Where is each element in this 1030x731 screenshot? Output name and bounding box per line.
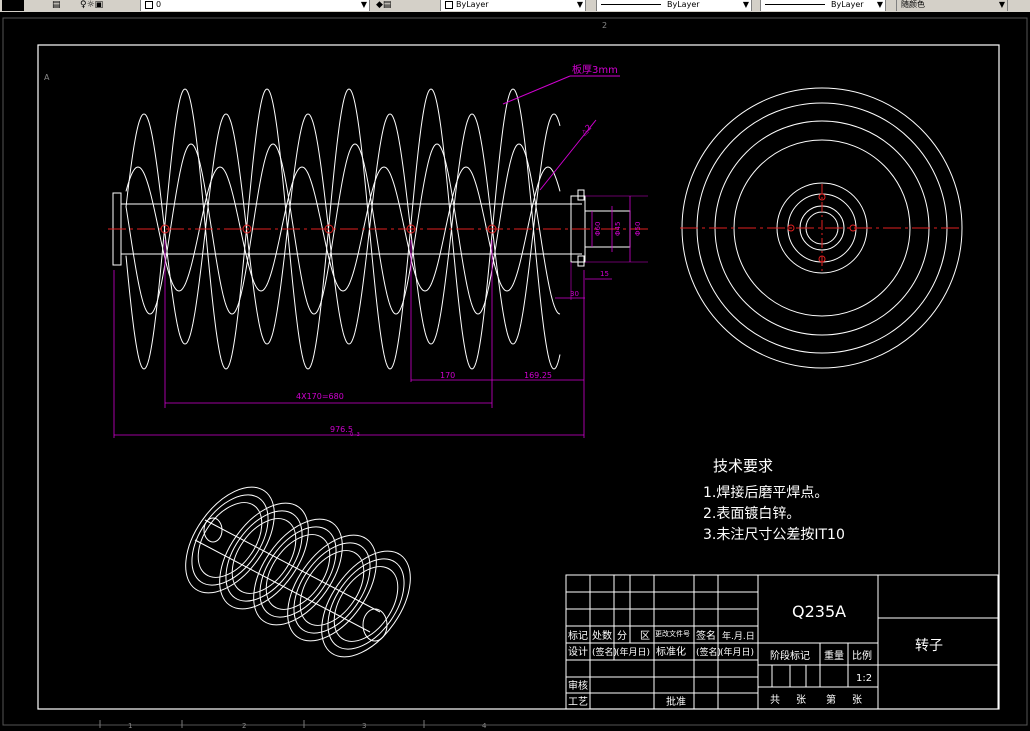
zone-label-left: A bbox=[44, 73, 50, 82]
dim-len-15: 15 bbox=[600, 270, 609, 278]
layer-state-icons: ♀☼▣ bbox=[80, 0, 104, 10]
iso-flight-ring bbox=[293, 542, 371, 634]
linetype-combo[interactable]: ByLayer ▼ bbox=[596, 0, 752, 11]
tb-label-date: 年.月.日 bbox=[722, 630, 755, 642]
iso-flight-ring bbox=[287, 534, 377, 642]
tb-label-count: 处数 bbox=[592, 629, 612, 642]
chevron-down-icon: ▼ bbox=[876, 0, 883, 9]
toolbar: ▤ ♀☼▣ 0 ▼ ◆▤ ByLayer ▼ ByLayer ▼ ByLayer… bbox=[0, 0, 1030, 12]
zone-label-bottom-1: 1 bbox=[128, 722, 132, 730]
chevron-down-icon: ▼ bbox=[742, 0, 749, 9]
zone-label-bottom-4: 4 bbox=[482, 722, 487, 730]
tb-std-sign: (签名) bbox=[696, 646, 721, 658]
chevron-down-icon: ▼ bbox=[576, 0, 583, 9]
auger-isometric-view[interactable] bbox=[168, 471, 429, 672]
technical-notes: 技术要求 1.焊接后磨平焊点。 2.表面镀白锌。 3.未注尺寸公差按IT10 bbox=[703, 457, 845, 543]
sheet-border bbox=[2, 17, 1028, 726]
iso-flight-ring bbox=[197, 502, 263, 578]
tb-design-date: (年月日) bbox=[616, 646, 650, 658]
note-item: 2.表面镀白锌。 bbox=[703, 505, 800, 522]
dim-shaft-dia-c: Φ50 bbox=[634, 222, 642, 236]
dim-end-length: 169.25 bbox=[524, 371, 552, 380]
tb-label-zone-b: 区 bbox=[640, 630, 650, 642]
iso-flight-ring bbox=[253, 518, 343, 626]
tb-review: 审核 bbox=[568, 679, 588, 692]
tb-sheet-no: 第 bbox=[826, 693, 836, 706]
make-current-layer-icon[interactable]: ◆▤ bbox=[376, 0, 391, 11]
zone-label-bottom-2: 2 bbox=[242, 722, 246, 730]
tb-std-date: (年月日) bbox=[720, 646, 754, 658]
dim-shaft-dia-b: Φ45 bbox=[614, 222, 622, 236]
plate-thickness-label: 板厚3mm bbox=[572, 63, 618, 76]
color-swatch bbox=[445, 0, 453, 9]
material-label: Q235A bbox=[792, 602, 846, 621]
tb-sheets-unit-a: 张 bbox=[796, 694, 806, 706]
tb-label-mark: 标记 bbox=[568, 630, 588, 642]
iso-flight-ring bbox=[185, 486, 275, 594]
notes-title: 技术要求 bbox=[713, 457, 773, 475]
tb-label-sign: 签名 bbox=[696, 629, 716, 642]
layer-manager-icon[interactable]: ▤ bbox=[52, 0, 61, 11]
toolbar-icon-left[interactable] bbox=[2, 0, 24, 11]
note-item: 1.焊接后磨平焊点。 bbox=[703, 484, 828, 501]
layer-combo[interactable]: 0 ▼ bbox=[140, 0, 370, 11]
dim-shaft-dia-a: Φ60 bbox=[594, 222, 602, 236]
tb-label-zone-a: 分 bbox=[617, 630, 627, 642]
tb-process: 工艺 bbox=[568, 696, 588, 708]
part-name-label: 转子 bbox=[915, 638, 943, 654]
linetype-sample bbox=[601, 4, 661, 5]
zone-label-top: 2 bbox=[602, 21, 607, 30]
dim-len-30: 30 bbox=[570, 290, 579, 298]
lineweight-combo[interactable]: ByLayer ▼ bbox=[760, 0, 886, 11]
iso-flight-ring bbox=[265, 534, 331, 610]
iso-flight-ring bbox=[333, 566, 399, 642]
iso-flight-ring bbox=[231, 518, 297, 594]
iso-flight-ring bbox=[219, 502, 309, 610]
plotstyle-combo[interactable]: 随颜色 ▼ bbox=[896, 0, 1008, 11]
iso-flight-ring bbox=[327, 558, 405, 650]
tb-design-sign: (签名) bbox=[592, 646, 617, 658]
layer-color-swatch bbox=[145, 0, 153, 9]
tb-standardization: 标准化 bbox=[656, 645, 686, 658]
auger-front-view[interactable] bbox=[108, 88, 650, 370]
lineweight-sample bbox=[765, 4, 825, 5]
tb-sheets-unit-b: 张 bbox=[852, 694, 862, 706]
tb-stage-mark: 阶段标记 bbox=[770, 649, 810, 662]
tb-label-change-doc: 更改文件号 bbox=[655, 629, 690, 638]
drawing-canvas[interactable]: 2 A 1 2 3 4 板厚3mm △2 170 169.25 4X170=68… bbox=[0, 12, 1030, 731]
tb-total: 共 bbox=[770, 694, 780, 706]
note-item: 3.未注尺寸公差按IT10 bbox=[703, 527, 845, 543]
tb-weight: 重量 bbox=[824, 649, 844, 662]
tb-design: 设计 bbox=[568, 645, 588, 658]
color-combo[interactable]: ByLayer ▼ bbox=[440, 0, 586, 11]
dim-overall-tolerance: 0 -3 bbox=[350, 432, 360, 438]
dim-pitch-total: 4X170=680 bbox=[296, 392, 344, 401]
iso-flight-ring bbox=[321, 550, 411, 658]
tb-scale: 1:2 bbox=[856, 673, 872, 684]
zone-label-bottom-3: 3 bbox=[362, 722, 366, 730]
tb-scale-label: 比例 bbox=[852, 649, 872, 662]
iso-flight-ring bbox=[191, 494, 269, 586]
auger-side-view[interactable] bbox=[680, 87, 963, 369]
tb-approve: 批准 bbox=[666, 695, 686, 708]
chevron-down-icon: ▼ bbox=[360, 0, 367, 9]
chevron-down-icon: ▼ bbox=[998, 0, 1005, 9]
weld-symbol-label: △2 bbox=[579, 123, 593, 137]
iso-hub bbox=[362, 608, 388, 642]
iso-flight-ring bbox=[259, 526, 337, 618]
dim-pitch: 170 bbox=[440, 371, 455, 380]
